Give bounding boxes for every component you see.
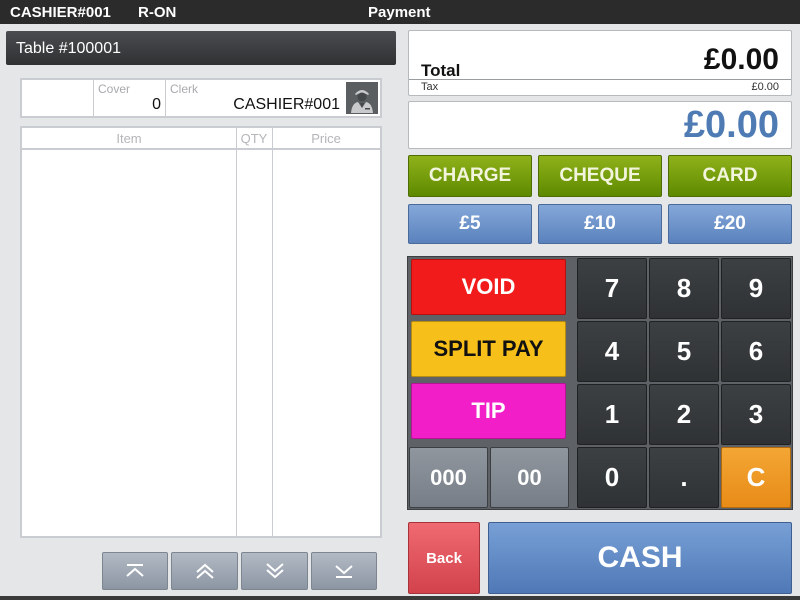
order-items-table[interactable]: Item QTY Price bbox=[20, 126, 382, 538]
total-display: Total £0.00 Tax £0.00 bbox=[408, 30, 792, 96]
key-2[interactable]: 2 bbox=[649, 384, 719, 445]
clerk-label: Clerk bbox=[170, 82, 199, 96]
key-6[interactable]: 6 bbox=[721, 321, 791, 382]
cover-label: Cover bbox=[98, 82, 131, 96]
tendered-amount-display: £0.00 bbox=[408, 101, 792, 149]
key-1[interactable]: 1 bbox=[577, 384, 647, 445]
status-bar: CASHIER#001 R-ON Payment bbox=[0, 0, 800, 24]
quick-cash-20-button[interactable]: £20 bbox=[668, 204, 792, 244]
tip-button[interactable]: TIP bbox=[411, 383, 566, 439]
clerk-value: CASHIER#001 bbox=[233, 96, 340, 113]
cheque-button[interactable]: CHEQUE bbox=[538, 155, 662, 197]
column-qty: QTY bbox=[240, 131, 268, 146]
key-9[interactable]: 9 bbox=[721, 258, 791, 319]
column-price: Price bbox=[311, 131, 341, 146]
clerk-cell: Clerk CASHIER#001 bbox=[166, 80, 380, 116]
scroll-top-icon bbox=[126, 564, 144, 577]
key-4[interactable]: 4 bbox=[577, 321, 647, 382]
info-blank-cell bbox=[22, 80, 94, 116]
split-pay-button[interactable]: SPLIT PAY bbox=[411, 321, 566, 377]
order-table-header: Item QTY Price bbox=[22, 128, 380, 150]
double-chevron-up-icon bbox=[195, 563, 214, 579]
double-chevron-down-icon bbox=[265, 563, 284, 579]
key-3[interactable]: 3 bbox=[721, 384, 791, 445]
quick-cash-5-button[interactable]: £5 bbox=[408, 204, 532, 244]
clerk-avatar-icon bbox=[346, 82, 378, 114]
triple-zero-key[interactable]: 000 bbox=[409, 447, 488, 508]
cover-cell[interactable]: Cover 0 bbox=[94, 80, 166, 116]
tax-label: Tax bbox=[421, 81, 439, 93]
clear-key[interactable]: C bbox=[721, 447, 791, 508]
cashier-name: CASHIER#001 bbox=[10, 4, 111, 21]
tax-value: £0.00 bbox=[751, 81, 779, 93]
key-0[interactable]: 0 bbox=[577, 447, 647, 508]
quick-cash-10-button[interactable]: £10 bbox=[538, 204, 662, 244]
tendered-value: £0.00 bbox=[683, 104, 779, 146]
scroll-bottom-icon bbox=[335, 565, 353, 578]
void-button[interactable]: VOID bbox=[411, 259, 566, 315]
screen-title: Payment bbox=[368, 4, 431, 21]
total-label: Total bbox=[421, 61, 461, 80]
back-button[interactable]: Back bbox=[408, 522, 480, 594]
tax-row: Tax £0.00 bbox=[409, 79, 791, 95]
page-up-button[interactable] bbox=[171, 552, 238, 590]
scroll-top-button[interactable] bbox=[102, 552, 168, 590]
table-header: Table #100001 bbox=[6, 31, 396, 65]
charge-button[interactable]: CHARGE bbox=[408, 155, 532, 197]
key-5[interactable]: 5 bbox=[649, 321, 719, 382]
cover-value: 0 bbox=[152, 96, 161, 113]
order-info: Cover 0 Clerk CASHIER#001 bbox=[20, 78, 382, 118]
key-decimal[interactable]: . bbox=[649, 447, 719, 508]
column-divider bbox=[236, 128, 237, 536]
card-button[interactable]: CARD bbox=[668, 155, 792, 197]
page-down-button[interactable] bbox=[241, 552, 308, 590]
column-divider bbox=[272, 128, 273, 536]
column-item: Item bbox=[116, 131, 142, 146]
scroll-bottom-button[interactable] bbox=[311, 552, 377, 590]
double-zero-key[interactable]: 00 bbox=[490, 447, 569, 508]
mode-indicator: R-ON bbox=[138, 4, 177, 21]
cash-button[interactable]: CASH bbox=[488, 522, 792, 594]
key-7[interactable]: 7 bbox=[577, 258, 647, 319]
key-8[interactable]: 8 bbox=[649, 258, 719, 319]
total-value: £0.00 bbox=[703, 43, 779, 76]
bottom-edge bbox=[0, 596, 800, 600]
